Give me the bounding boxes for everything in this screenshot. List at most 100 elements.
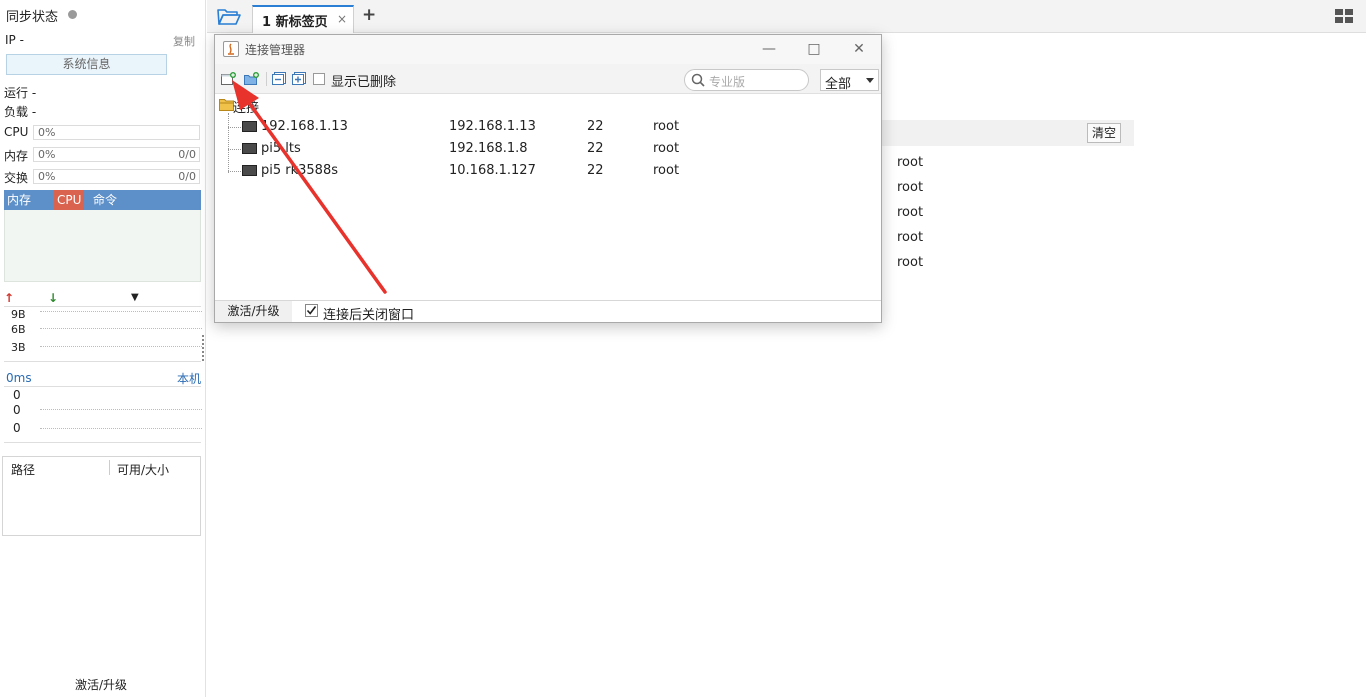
process-list [4, 210, 201, 282]
cpu-meter-value: 0% [38, 126, 56, 139]
connection-name: pi5 rk3588s [261, 163, 338, 178]
network-graph: 9B 6B 3B [4, 306, 202, 362]
toolbar-separator [266, 72, 267, 86]
maximize-icon[interactable]: □ [802, 39, 826, 59]
tab-new-page[interactable]: 1 新标签页 × [252, 5, 354, 33]
activate-upgrade-link[interactable]: 激活/升级 [75, 676, 127, 693]
activate-upgrade-button[interactable]: 激活/升级 [215, 301, 292, 322]
show-deleted-label[interactable]: 显示已删除 [331, 71, 396, 90]
dialog-titlebar[interactable]: 连接管理器 — □ ✕ [215, 35, 881, 64]
terminal-icon [242, 121, 257, 132]
expand-all-icon[interactable] [292, 72, 307, 85]
dialog-toolbar: 显示已删除 专业版 全部 [215, 64, 881, 94]
sync-status-title: 同步状态 [6, 10, 59, 25]
connection-host: 10.168.1.127 [449, 163, 536, 178]
history-user: root [897, 155, 924, 170]
grid-line [40, 409, 202, 410]
system-info-button[interactable]: 系统信息 [6, 54, 167, 75]
ping-latency: 0ms [6, 371, 32, 385]
cpu-label: CPU [4, 125, 29, 139]
disk-size-header: 可用/大小 [117, 463, 170, 477]
clear-button[interactable]: 清空 [1087, 123, 1121, 143]
connection-tree: 连接 192.168.1.13 192.168.1.13 22 root pi5… [215, 95, 881, 300]
tree-guide-line [228, 149, 241, 150]
show-deleted-checkbox[interactable] [313, 73, 325, 85]
new-folder-icon[interactable] [244, 72, 259, 85]
tab-sort-memory[interactable]: 内存 [4, 190, 34, 210]
swap-meter-value: 0% [38, 170, 56, 183]
disk-usage-table: 路径 可用/大小 [2, 456, 201, 536]
connection-host: 192.168.1.8 [449, 141, 528, 156]
close-tab-icon[interactable]: × [337, 12, 347, 26]
swap-meter-amount: 0/0 [178, 170, 196, 183]
connection-name: pi5 lts [261, 141, 301, 156]
history-user: root [897, 205, 924, 220]
connection-row[interactable]: pi5 rk3588s 10.168.1.127 22 root [215, 160, 881, 182]
sidebar-resize-handle[interactable] [202, 335, 205, 361]
folder-icon[interactable] [219, 98, 234, 111]
connection-user: root [653, 119, 680, 134]
tab-sort-cpu[interactable]: CPU [54, 190, 85, 210]
connection-port: 22 [587, 163, 604, 178]
memory-meter-amount: 0/0 [178, 148, 196, 161]
connection-user: root [653, 163, 680, 178]
tree-guide-line [228, 171, 241, 172]
grid-line [40, 346, 202, 347]
upload-arrow-icon: ↑ [4, 291, 15, 305]
search-input[interactable]: 专业版 [684, 69, 809, 91]
ping-tick-label: 0 [13, 388, 21, 402]
search-placeholder: 专业版 [709, 75, 746, 89]
sync-status-dot-icon [68, 10, 77, 19]
grid-line [40, 428, 202, 429]
terminal-icon [242, 165, 257, 176]
dialog-title: 连接管理器 [245, 43, 306, 57]
add-tab-icon[interactable]: + [362, 5, 376, 25]
cpu-meter: 0% [33, 125, 200, 140]
ping-target[interactable]: 本机 [177, 370, 201, 387]
collapse-all-icon[interactable] [272, 72, 287, 85]
history-user: root [897, 255, 924, 270]
grid-line [40, 328, 202, 329]
swap-meter: 0% 0/0 [33, 169, 200, 184]
memory-meter: 0% 0/0 [33, 147, 200, 162]
ip-label: IP - [5, 33, 24, 47]
tab-sort-command[interactable]: 命令 [90, 190, 120, 210]
copy-ip-link[interactable]: 复制 [173, 33, 195, 49]
memory-meter-value: 0% [38, 148, 56, 161]
ping-tick-label: 0 [13, 421, 21, 435]
terminal-icon [242, 143, 257, 154]
swap-label: 交换 [4, 171, 29, 185]
open-folder-icon[interactable] [217, 7, 241, 27]
layout-grid-icon[interactable] [1335, 9, 1353, 23]
history-user: root [897, 230, 924, 245]
tree-root-label[interactable]: 连接 [233, 97, 259, 116]
process-sort-tabs: 内存 CPU 命令 [4, 190, 201, 210]
minimize-icon[interactable]: — [757, 39, 781, 59]
close-after-connect-checkbox[interactable] [305, 304, 318, 317]
connection-row[interactable]: pi5 lts 192.168.1.8 22 root [215, 138, 881, 160]
new-connection-icon[interactable] [221, 72, 236, 85]
net-tick-label: 6B [11, 323, 26, 336]
uptime-label: 运行 - [4, 86, 37, 100]
close-after-connect-label[interactable]: 连接后关闭窗口 [323, 304, 414, 323]
tab-bar: 1 新标签页 × + [207, 0, 1366, 33]
connection-user: root [653, 141, 680, 156]
tree-guide-line [228, 127, 241, 128]
net-tick-label: 3B [11, 341, 26, 354]
connection-row[interactable]: 192.168.1.13 192.168.1.13 22 root [215, 116, 881, 138]
column-divider[interactable] [109, 460, 110, 475]
filter-value: 全部 [825, 77, 852, 92]
disk-path-header: 路径 [11, 463, 36, 477]
download-arrow-icon: ↓ [48, 291, 59, 305]
close-icon[interactable]: ✕ [847, 39, 871, 59]
memory-label: 内存 [4, 149, 29, 163]
interface-dropdown-icon[interactable]: ▼ [131, 292, 139, 303]
connection-host: 192.168.1.13 [449, 119, 536, 134]
ping-graph: 0 0 0 [4, 386, 202, 443]
ping-tick-label: 0 [13, 403, 21, 417]
connection-name: 192.168.1.13 [261, 119, 348, 134]
search-icon [691, 73, 705, 87]
monitor-sidebar: 同步状态 IP - 复制 系统信息 运行 - 负载 - CPU 0% 内存 0%… [0, 0, 206, 697]
connection-manager-dialog: 连接管理器 — □ ✕ 显示已删除 专业版 全部 连接 192.168.1.13… [214, 34, 882, 323]
filter-select[interactable]: 全部 [820, 69, 879, 92]
